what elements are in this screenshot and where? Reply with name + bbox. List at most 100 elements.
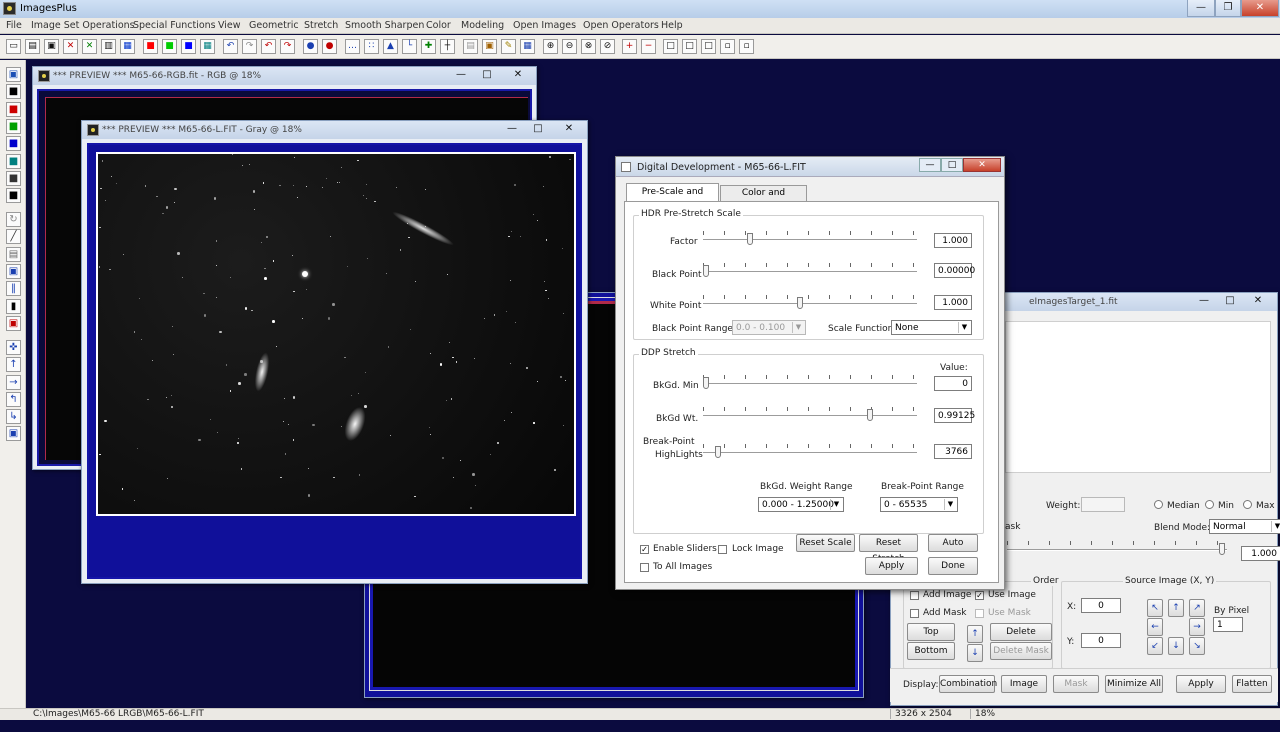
- add-mask-checkbox[interactable]: [910, 609, 919, 618]
- menu-special-functions[interactable]: Special Functions: [133, 20, 216, 31]
- combine-minimize-button[interactable]: —: [1193, 294, 1215, 308]
- by-pixel-field[interactable]: 1: [1213, 617, 1243, 632]
- use-mask-checkbox[interactable]: [975, 609, 984, 618]
- delete-mask-button[interactable]: Delete Mask: [990, 642, 1052, 660]
- x-offset-field[interactable]: 0: [1081, 598, 1121, 613]
- green-channel-icon[interactable]: ■: [162, 39, 177, 54]
- gray-preview-maximize-button[interactable]: □: [527, 122, 549, 136]
- axis-icon[interactable]: └: [402, 39, 417, 54]
- copy-icon[interactable]: ▥: [101, 39, 116, 54]
- combine-list-area[interactable]: [1005, 321, 1271, 473]
- opacity-field[interactable]: 1.000: [1241, 546, 1280, 561]
- nudge-right-button[interactable]: →: [1189, 618, 1205, 636]
- gray-preview-titlebar[interactable]: *** PREVIEW *** M65-66-L.FIT - Gray @ 18…: [82, 121, 587, 139]
- bkgd-min-field[interactable]: 0: [934, 376, 972, 391]
- lock-image-checkbox[interactable]: [718, 545, 727, 554]
- done-button[interactable]: Done: [928, 557, 978, 575]
- menu-file[interactable]: File: [6, 20, 22, 31]
- window-layout-2-icon[interactable]: □: [682, 39, 697, 54]
- redo-all-icon[interactable]: ↷: [280, 39, 295, 54]
- crosshair-icon[interactable]: ✚: [421, 39, 436, 54]
- close-image-icon[interactable]: ✕: [63, 39, 78, 54]
- redo-icon[interactable]: ↷: [242, 39, 257, 54]
- factor-field[interactable]: 1.000: [934, 233, 972, 248]
- menu-view[interactable]: View: [218, 20, 241, 31]
- white-point-slider-thumb[interactable]: [797, 297, 803, 309]
- bkgd-wt-slider-thumb[interactable]: [867, 409, 873, 421]
- new-file-icon[interactable]: ▭: [6, 39, 21, 54]
- combine-maximize-button[interactable]: □: [1219, 294, 1241, 308]
- break-point-slider-thumb[interactable]: [715, 446, 721, 458]
- undo-icon[interactable]: ↶: [223, 39, 238, 54]
- save-disk-icon[interactable]: ▣: [6, 67, 21, 82]
- nudge-left-button[interactable]: ←: [1147, 618, 1163, 636]
- box-select-icon[interactable]: ▣: [6, 264, 21, 279]
- max-radio[interactable]: [1243, 500, 1252, 509]
- tab-pre-scale-stretch[interactable]: Pre-Scale and Stretch: [626, 183, 719, 214]
- grid-icon[interactable]: ▦: [200, 39, 215, 54]
- blend-mode-select[interactable]: Normal ▼: [1209, 519, 1280, 534]
- undo-all-icon[interactable]: ↶: [261, 39, 276, 54]
- white-point-field[interactable]: 1.000: [934, 295, 972, 310]
- black-point-field[interactable]: 0.00000: [934, 263, 975, 278]
- refresh-icon[interactable]: ↻: [6, 212, 21, 228]
- display-combination-button[interactable]: Combination: [939, 675, 997, 693]
- zoom-in-icon[interactable]: ⊕: [543, 39, 558, 54]
- bottom-button[interactable]: Bottom: [907, 642, 955, 660]
- rgb-channels-icon[interactable]: ▦: [120, 39, 135, 54]
- window-layout-5-icon[interactable]: ▫: [739, 39, 754, 54]
- nudge-down-left-button[interactable]: ↙: [1147, 637, 1163, 655]
- app-minimize-button[interactable]: —: [1187, 0, 1215, 17]
- zoom-fit-icon[interactable]: ⊗: [581, 39, 596, 54]
- rgb-preview-titlebar[interactable]: *** PREVIEW *** M65-66-RGB.fit - RGB @ 1…: [33, 67, 536, 85]
- min-radio[interactable]: [1205, 500, 1214, 509]
- gray-preview-canvas[interactable]: [87, 143, 582, 579]
- menu-image-set-operations[interactable]: Image Set Operations: [31, 20, 135, 31]
- display-image-button[interactable]: Image: [1001, 675, 1047, 693]
- to-all-images-checkbox[interactable]: [640, 563, 649, 572]
- cyan-channel-icon[interactable]: ■: [6, 153, 21, 169]
- nudge-down-button[interactable]: ↓: [1168, 637, 1184, 655]
- move-down-button[interactable]: ↓: [967, 644, 983, 662]
- menu-open-images[interactable]: Open Images: [513, 20, 576, 31]
- rgb-preview-maximize-button[interactable]: □: [476, 68, 498, 82]
- table-icon[interactable]: ▦: [520, 39, 535, 54]
- frame-icon[interactable]: ▮: [6, 298, 21, 314]
- pen-tool-icon[interactable]: ╱: [6, 229, 21, 245]
- slider-thumb[interactable]: [1219, 543, 1225, 555]
- break-point-range-select[interactable]: 0 - 65535 ▼: [880, 497, 958, 512]
- enable-sliders-checkbox[interactable]: ✓: [640, 545, 649, 554]
- nudge-up-button[interactable]: ↑: [1168, 599, 1184, 617]
- menu-geometric[interactable]: Geometric: [249, 20, 299, 31]
- display-mask-button[interactable]: Mask: [1053, 675, 1099, 693]
- rotate-right-icon[interactable]: ↳: [6, 409, 21, 425]
- info-icon[interactable]: ▣: [6, 426, 21, 442]
- zoom-out-icon[interactable]: ⊖: [562, 39, 577, 54]
- picture-icon[interactable]: ▣: [482, 39, 497, 54]
- dialog-minimize-button[interactable]: —: [919, 158, 941, 172]
- crop-icon[interactable]: ▣: [6, 315, 21, 331]
- app-close-button[interactable]: ✕: [1241, 0, 1279, 17]
- apply-button[interactable]: Apply: [865, 557, 918, 575]
- add-box-icon[interactable]: +: [622, 39, 637, 54]
- combine-apply-button[interactable]: Apply: [1176, 675, 1226, 693]
- luminance-icon[interactable]: ■: [6, 188, 21, 204]
- red-channel-icon[interactable]: ■: [143, 39, 158, 54]
- use-image-checkbox[interactable]: ✓: [975, 591, 984, 600]
- nudge-down-right-button[interactable]: ↘: [1189, 637, 1205, 655]
- window-layout-1-icon[interactable]: □: [663, 39, 678, 54]
- blue-channel-icon[interactable]: ■: [6, 136, 21, 152]
- gray-channel-icon[interactable]: ■: [6, 170, 21, 186]
- close-all-icon[interactable]: ✕: [82, 39, 97, 54]
- move-icon[interactable]: ✜: [6, 339, 21, 355]
- rotate-left-icon[interactable]: ↰: [6, 391, 21, 407]
- add-image-checkbox[interactable]: [910, 591, 919, 600]
- auto-button[interactable]: Auto: [928, 534, 978, 552]
- white-point-slider[interactable]: [703, 295, 917, 309]
- menu-stretch[interactable]: Stretch: [304, 20, 338, 31]
- delete-image-button[interactable]: Delete Image: [990, 623, 1052, 653]
- factor-slider-thumb[interactable]: [747, 233, 753, 245]
- app-maximize-button[interactable]: ❐: [1215, 0, 1241, 17]
- minimize-all-button[interactable]: Minimize All: [1105, 675, 1163, 693]
- bkgd-weight-range-select[interactable]: 0.000 - 1.25000 ▼: [758, 497, 844, 512]
